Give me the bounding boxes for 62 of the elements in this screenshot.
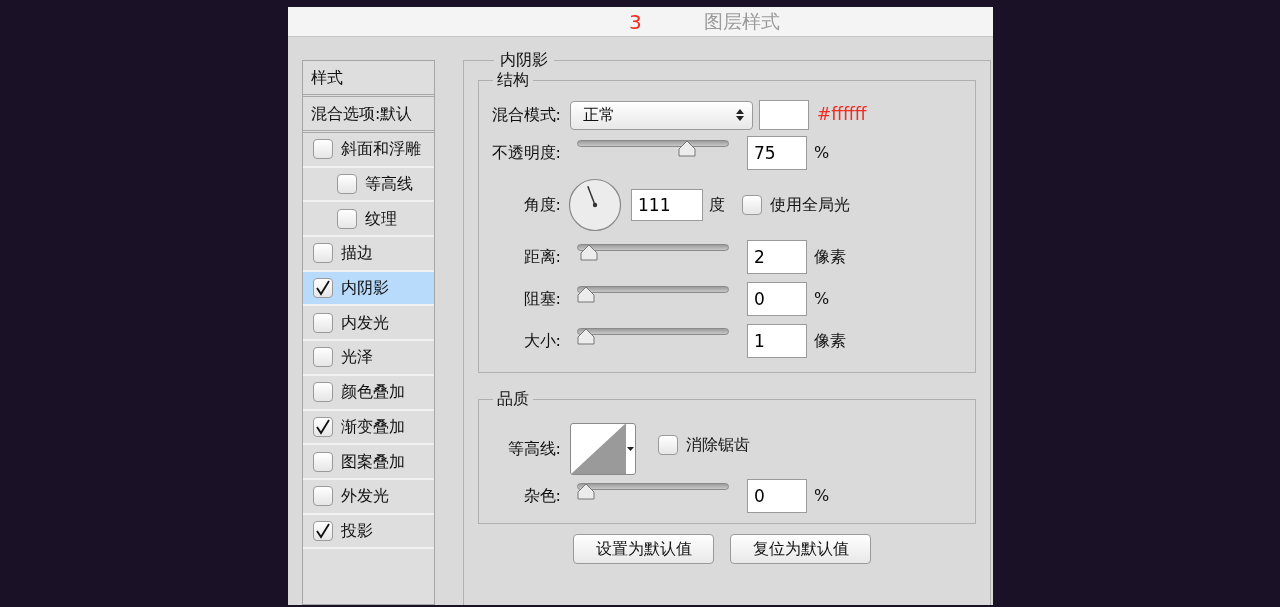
color-annotation: #ffffff bbox=[817, 103, 867, 127]
field-label: 距离: bbox=[522, 246, 561, 268]
angle-field[interactable]: 111 bbox=[631, 189, 703, 221]
group-title: 结构 bbox=[496, 69, 530, 91]
slider-thumb[interactable] bbox=[577, 328, 595, 345]
color-swatch[interactable] bbox=[759, 100, 809, 130]
slider[interactable] bbox=[577, 139, 729, 157]
number-field[interactable]: 1 bbox=[747, 324, 807, 358]
checkbox[interactable] bbox=[337, 174, 357, 195]
default-button[interactable]: 设置为默认值 bbox=[573, 534, 714, 564]
number-field[interactable]: 75 bbox=[747, 136, 807, 170]
checkbox[interactable] bbox=[313, 451, 333, 472]
checkbox-label: 使用全局光 bbox=[770, 194, 850, 216]
contour-curve-icon bbox=[571, 424, 625, 474]
checkbox[interactable] bbox=[313, 382, 333, 403]
checkbox[interactable] bbox=[742, 195, 762, 215]
checkbox[interactable] bbox=[313, 520, 333, 541]
field-label: 角度: bbox=[522, 194, 561, 216]
slider[interactable] bbox=[577, 482, 729, 500]
unit-label: 像素 bbox=[814, 330, 846, 352]
unit-label: 像素 bbox=[814, 246, 846, 268]
unit-label: % bbox=[814, 288, 830, 310]
group-title: 品质 bbox=[496, 388, 530, 410]
updown-icon bbox=[736, 109, 744, 121]
slider[interactable] bbox=[577, 285, 729, 303]
checkbox[interactable] bbox=[313, 278, 333, 299]
blend-mode-select[interactable]: 正常 bbox=[570, 100, 753, 130]
field-label: 混合模式: bbox=[490, 104, 561, 126]
checkbox[interactable] bbox=[313, 139, 333, 160]
checkbox[interactable] bbox=[313, 243, 333, 264]
slider[interactable] bbox=[577, 327, 729, 345]
slider-thumb[interactable] bbox=[677, 140, 696, 157]
checkbox[interactable] bbox=[313, 347, 333, 368]
checkbox[interactable] bbox=[313, 416, 333, 437]
number-field[interactable]: 2 bbox=[747, 240, 807, 274]
field-label: 等高线: bbox=[506, 438, 561, 460]
field-label: 杂色: bbox=[522, 485, 561, 507]
slider[interactable] bbox=[577, 243, 729, 261]
slider-thumb[interactable] bbox=[577, 286, 595, 303]
unit-label: 度 bbox=[709, 194, 725, 216]
unit-label: % bbox=[814, 142, 830, 164]
sidebar-item[interactable]: 内阴影 bbox=[303, 271, 434, 307]
default-button[interactable]: 复位为默认值 bbox=[730, 534, 871, 564]
field-label: 大小: bbox=[522, 330, 561, 352]
checkbox[interactable] bbox=[658, 435, 678, 455]
field-label: 阻塞: bbox=[522, 288, 561, 310]
window-title: 图层样式 bbox=[703, 9, 780, 35]
field-label: 不透明度: bbox=[490, 142, 561, 164]
angle-dial[interactable] bbox=[568, 178, 622, 232]
caret-icon bbox=[627, 447, 634, 451]
number-field[interactable]: 0 bbox=[747, 282, 807, 316]
number-field[interactable]: 0 bbox=[747, 479, 807, 513]
section-title: 内阴影 bbox=[499, 49, 549, 71]
checkbox[interactable] bbox=[337, 208, 357, 229]
contour-picker[interactable] bbox=[570, 423, 636, 475]
slider-thumb[interactable] bbox=[579, 244, 598, 261]
unit-label: % bbox=[814, 485, 830, 507]
step-annotation: 3 bbox=[629, 8, 642, 36]
checkbox[interactable] bbox=[313, 312, 333, 333]
slider-thumb[interactable] bbox=[577, 483, 595, 500]
checkbox[interactable] bbox=[313, 486, 333, 507]
checkbox-label: 消除锯齿 bbox=[686, 434, 750, 456]
